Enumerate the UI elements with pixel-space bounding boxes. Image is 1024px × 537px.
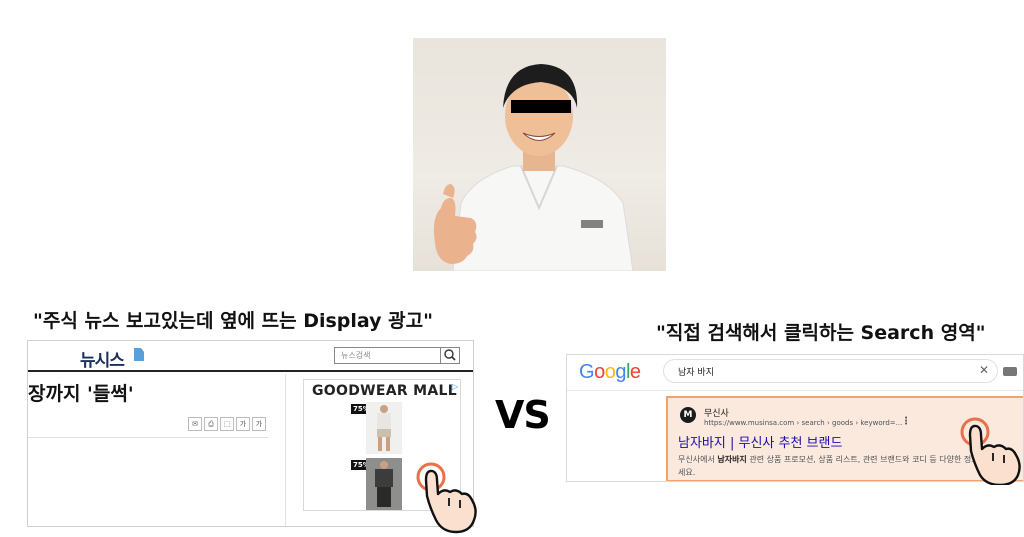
search-icon[interactable] xyxy=(440,347,460,364)
keyboard-icon[interactable] xyxy=(1003,367,1017,376)
article-toolbar: ✉ ⎙ ⬚ 가 가 xyxy=(188,417,266,431)
news-logo-mark-icon xyxy=(134,348,144,361)
product-image[interactable] xyxy=(366,458,402,510)
font-larger-button[interactable]: 가 xyxy=(252,417,266,431)
search-query: 남자 바지 xyxy=(678,368,714,378)
tap-hand-icon xyxy=(416,462,477,534)
chef-illustration xyxy=(433,64,634,271)
column-divider xyxy=(285,374,286,526)
divider xyxy=(28,437,268,438)
news-header: 뉴시스 뉴스검색 xyxy=(28,341,473,372)
news-site-screenshot: 뉴시스 뉴스검색 장까지 '들썩' ✉ ⎙ ⬚ 가 가 GOODWEAR MAL… xyxy=(27,340,474,527)
print-icon[interactable]: ⎙ xyxy=(204,417,218,431)
result-site-name: 무신사 xyxy=(704,409,729,419)
divider xyxy=(567,390,1023,391)
censor-bar xyxy=(511,100,571,113)
more-options-icon[interactable]: ⋮ xyxy=(901,416,911,427)
ad-brand-name: GOODWEAR MALL xyxy=(312,383,457,399)
display-ad-caption: "주식 뉴스 보고있는데 옆에 뜨는 Display 광고" xyxy=(33,310,434,332)
tap-hand-icon xyxy=(960,417,1021,485)
article-headline: 장까지 '들썩' xyxy=(28,383,134,405)
clear-icon[interactable]: ✕ xyxy=(979,363,989,377)
news-logo[interactable]: 뉴시스 xyxy=(80,346,125,371)
search-ad-caption: "직접 검색해서 클릭하는 Search 영역" xyxy=(656,322,986,344)
google-logo[interactable]: Google xyxy=(579,361,641,384)
google-search-input[interactable]: 남자 바지 ✕ xyxy=(663,359,998,383)
chef-photo xyxy=(413,38,666,271)
ad-choices-icon[interactable]: ▷ xyxy=(452,382,458,391)
font-smaller-button[interactable]: 가 xyxy=(236,417,250,431)
copy-icon[interactable]: ⬚ xyxy=(220,417,234,431)
result-title-link[interactable]: 남자바지 | 무신사 추천 브랜드 xyxy=(678,432,842,451)
musinsa-favicon-icon: M xyxy=(680,407,696,423)
product-image[interactable] xyxy=(366,402,402,454)
news-search-input[interactable]: 뉴스검색 xyxy=(334,347,460,364)
news-search-placeholder: 뉴스검색 xyxy=(341,351,371,360)
result-url: https://www.musinsa.com › search › goods… xyxy=(704,419,903,427)
versus-label: VS xyxy=(495,393,551,437)
email-icon[interactable]: ✉ xyxy=(188,417,202,431)
